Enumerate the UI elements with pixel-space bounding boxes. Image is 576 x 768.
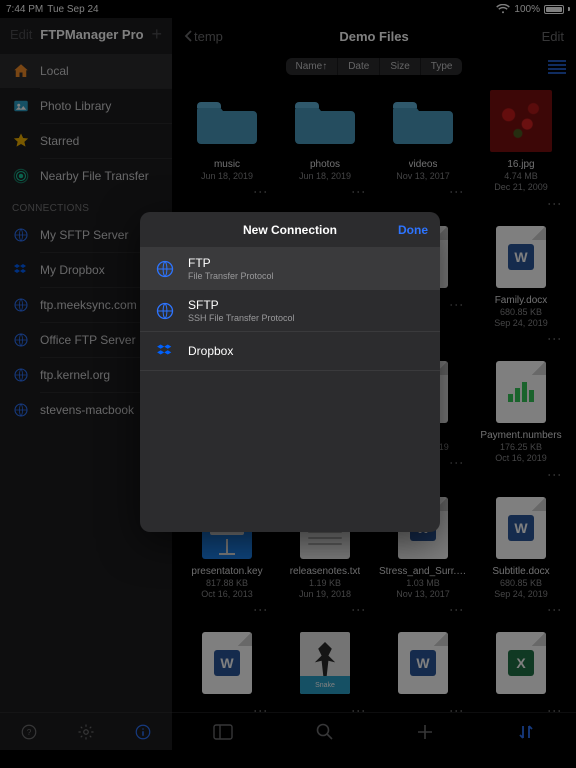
dropbox-icon: [154, 340, 176, 362]
modal-done-button[interactable]: Done: [398, 223, 428, 237]
new-connection-modal: New Connection Done FTPFile Transfer Pro…: [140, 212, 440, 532]
globe-icon: [154, 258, 176, 280]
modal-option-dropbox[interactable]: Dropbox: [140, 332, 440, 371]
modal-option-title: FTP: [188, 256, 274, 270]
modal-title: New Connection: [243, 223, 337, 237]
modal-option-title: SFTP: [188, 298, 295, 312]
modal-option-sftp[interactable]: SFTPSSH File Transfer Protocol: [140, 290, 440, 332]
modal-option-title: Dropbox: [188, 344, 233, 358]
modal-option-ftp[interactable]: FTPFile Transfer Protocol: [140, 248, 440, 290]
modal-option-sub: SSH File Transfer Protocol: [188, 313, 295, 323]
globe-icon: [154, 300, 176, 322]
modal-option-sub: File Transfer Protocol: [188, 271, 274, 281]
